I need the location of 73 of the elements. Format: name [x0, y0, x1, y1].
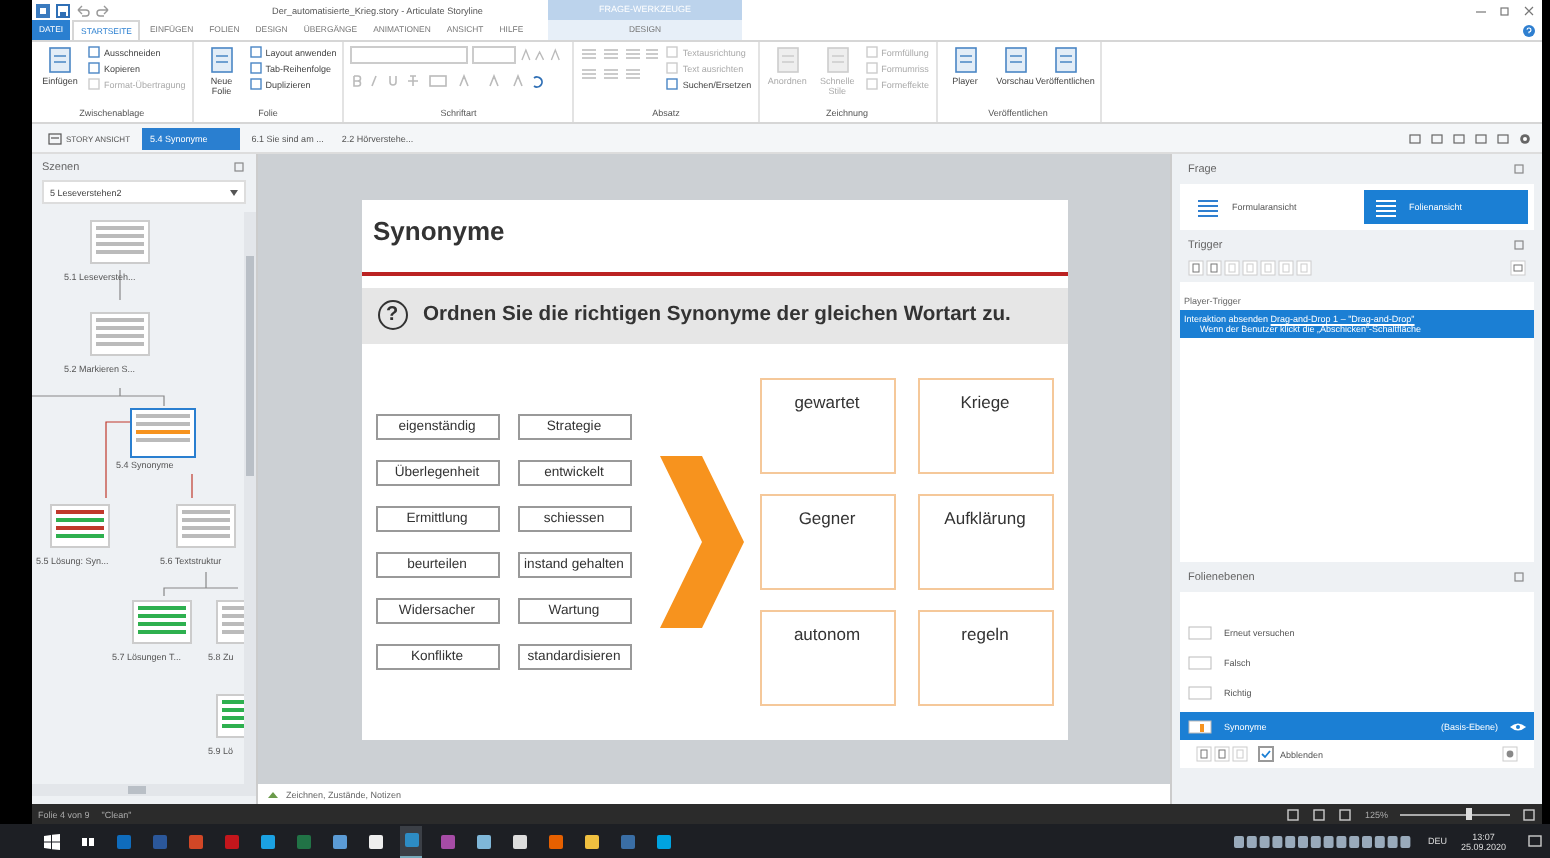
- square-icon: [865, 46, 878, 58]
- drop-target[interactable]: Kriege: [917, 377, 1053, 473]
- eye-icon[interactable]: [1510, 721, 1526, 731]
- slide-title: Synonyme: [371, 213, 507, 250]
- story-view-icon: [48, 131, 62, 145]
- document-icon: [951, 46, 980, 74]
- square-icon: [865, 62, 878, 74]
- layer-thumbnail-icon: [1188, 626, 1212, 640]
- square-icon: [666, 46, 679, 58]
- square-icon: [88, 78, 100, 90]
- document-icon: [46, 46, 74, 74]
- square-icon: [865, 78, 878, 90]
- connector-line: [105, 421, 131, 499]
- taskbar-app-icon[interactable]: [400, 825, 422, 857]
- slide-thumbnail[interactable]: [132, 600, 192, 644]
- pin-icon[interactable]: [1512, 570, 1526, 584]
- drop-target[interactable]: gewartet: [759, 377, 895, 473]
- horizontal-scrollbar[interactable]: [32, 784, 256, 796]
- square-icon: [666, 62, 679, 74]
- list-icon: [1373, 197, 1397, 217]
- save-icon[interactable]: [56, 3, 70, 17]
- connector-line: [32, 387, 165, 407]
- pin-icon[interactable]: [1512, 238, 1526, 252]
- question-mark-badge: ?: [377, 300, 407, 330]
- slide-thumbnail[interactable]: [90, 220, 150, 264]
- document-icon: [207, 46, 236, 74]
- layer-thumbnail-icon: [1188, 719, 1212, 733]
- layers-icon[interactable]: [266, 787, 280, 801]
- dim-checkbox[interactable]: [1258, 746, 1274, 762]
- drop-target[interactable]: Aufklärung: [917, 493, 1053, 589]
- fit-window-icon[interactable]: [1522, 807, 1536, 821]
- trigger-tool-icon[interactable]: [1510, 260, 1526, 276]
- square-icon: [249, 62, 262, 74]
- help-icon[interactable]: [1522, 23, 1536, 37]
- document-icon: [773, 46, 802, 74]
- close-icon[interactable]: [1522, 3, 1536, 17]
- slide-thumbnail[interactable]: [176, 504, 236, 548]
- connector-line: [163, 571, 238, 597]
- pin-icon[interactable]: [232, 160, 246, 174]
- square-icon: [249, 78, 262, 90]
- drop-target[interactable]: autonom: [759, 609, 895, 705]
- connector-line: [191, 473, 193, 499]
- slide-thumbnail[interactable]: [130, 408, 196, 458]
- caret-icon: [230, 189, 238, 195]
- vertical-scrollbar[interactable]: [244, 212, 256, 784]
- drop-target[interactable]: Gegner: [759, 493, 895, 589]
- document-icon: [823, 46, 852, 74]
- square-icon: [666, 78, 679, 90]
- connector-line: [119, 269, 121, 301]
- square-icon: [88, 62, 100, 74]
- slide-thumbnail[interactable]: [90, 312, 150, 356]
- slide-thumbnail[interactable]: [50, 504, 110, 548]
- notifications-icon[interactable]: [1528, 834, 1542, 848]
- zoom-slider[interactable]: [1400, 808, 1510, 820]
- font-name-field[interactable]: [350, 46, 469, 64]
- paragraph-format-icons-drawing: [580, 46, 661, 82]
- square-icon: [249, 46, 262, 58]
- undo-icon[interactable]: [76, 3, 90, 17]
- document-icon: [1051, 46, 1080, 74]
- restore-icon[interactable]: [1498, 3, 1512, 17]
- settings-icon[interactable]: [1502, 746, 1518, 762]
- question-text: Ordnen Sie die richtigen Synonyme der gleichen Wortart zu.: [423, 304, 1011, 326]
- square-icon: [88, 46, 100, 58]
- font-size-field[interactable]: [472, 46, 516, 64]
- layer-thumbnail-icon: [1188, 686, 1212, 700]
- document-icon: [1001, 46, 1030, 74]
- redo-icon[interactable]: [96, 3, 110, 17]
- layer-thumbnail-icon: [1188, 656, 1212, 670]
- pin-icon[interactable]: [1512, 162, 1526, 176]
- chevron-arrow-icon: [659, 451, 743, 631]
- settings-icon[interactable]: [1518, 131, 1532, 145]
- drop-target[interactable]: regeln: [917, 609, 1053, 705]
- list-icon: [1196, 197, 1220, 217]
